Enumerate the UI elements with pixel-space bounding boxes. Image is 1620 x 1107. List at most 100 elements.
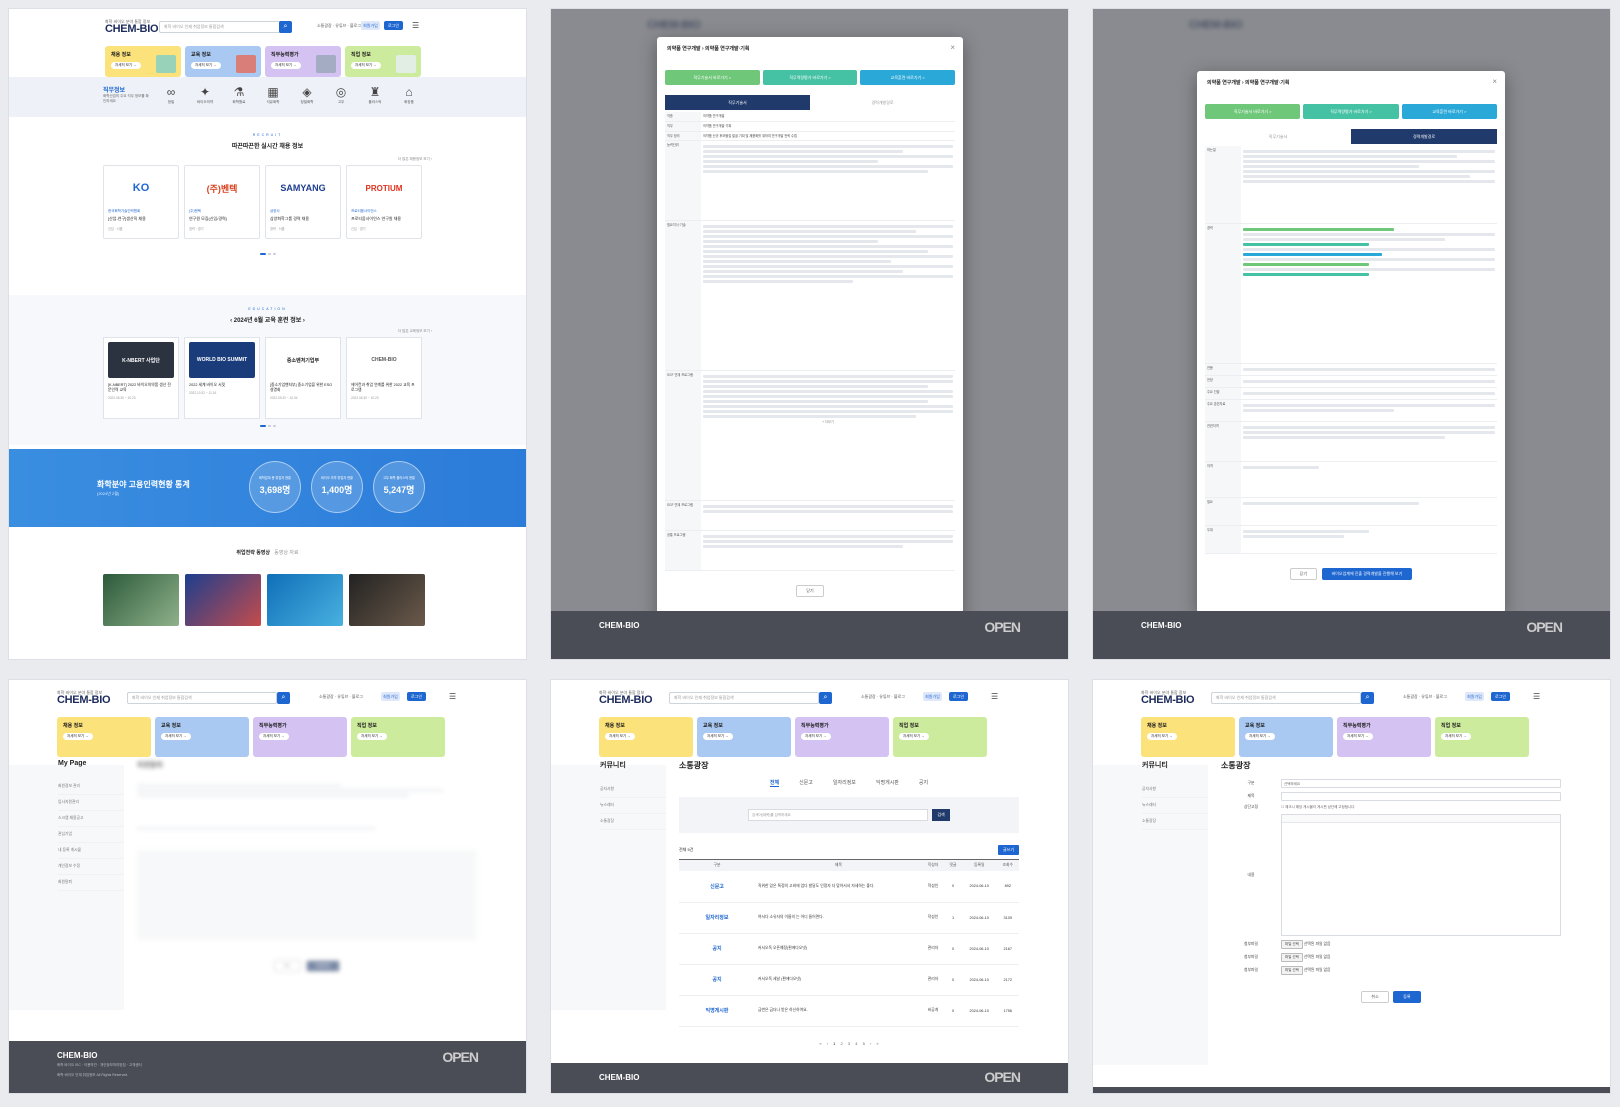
category-card-job[interactable]: 직업 정보 자세히 보기 →	[1435, 717, 1529, 757]
category-link[interactable]: 자세히 보기 →	[1441, 733, 1471, 740]
page-5[interactable]: 5	[863, 1041, 865, 1046]
category-card-assessment[interactable]: 직무능력평가 자세히 보기 →	[265, 46, 341, 77]
content-editor[interactable]	[1281, 814, 1561, 936]
category-link[interactable]: 자세히 보기 →	[191, 62, 221, 69]
sidebar-item[interactable]: 뉴스레터	[1142, 798, 1208, 814]
logo[interactable]: 화학·바이오 분야 통합 정보 CHEM-BIO	[599, 691, 653, 706]
subtab-description[interactable]: 직무기술서	[665, 95, 810, 110]
carousel-dots[interactable]	[259, 425, 276, 428]
page-4[interactable]: 4	[855, 1041, 857, 1046]
edu-card[interactable]: K-NBERT 사업단 [K-NBERT] 2022 바이오의약품 생산 전문인력…	[103, 337, 179, 419]
recruit-card[interactable]: SAMYANG 삼양사 삼양화학그룹 경력 채용 경력 · 서울	[265, 165, 341, 239]
sidebar-item[interactable]: 소통광장	[600, 814, 666, 830]
header-links[interactable]: 소통광장 · 유튜브 · 블로그	[317, 23, 361, 29]
edu-card[interactable]: CHEM-BIO 에어컨과 취업 연계를 위한 2022 교육 프로그램 2022.…	[346, 337, 422, 419]
search-icon[interactable]: ⌕	[819, 692, 832, 704]
search-icon[interactable]: ⌕	[1361, 692, 1374, 704]
category-card-education[interactable]: 교육 정보 자세히 보기 →	[697, 717, 791, 757]
category-card-recruit[interactable]: 채용 정보 자세히 보기 →	[599, 717, 693, 757]
sidebar-item[interactable]: 회원정보 관리	[58, 779, 124, 795]
category-card-education[interactable]: 교육 정보 자세히 보기 →	[185, 46, 261, 77]
logo[interactable]: 화학·바이오 분야 통합 정보 CHEM-BIO	[57, 691, 111, 706]
category-link[interactable]: 자세히 보기 →	[161, 733, 191, 740]
logo[interactable]: 화학·바이오 분야 통합 정보 CHEM-BIO	[105, 20, 159, 35]
hamburger-icon[interactable]: ☰	[991, 693, 998, 701]
tab-jobs[interactable]: 일자리정보	[833, 779, 856, 787]
footer-links[interactable]: 화학 바이오 ISC · 이용약관 · 개인정보처리방침 · 고객센터	[57, 1063, 142, 1068]
tab-training[interactable]: 교육훈련 바로가기 >	[1401, 104, 1497, 119]
header-links[interactable]: 소통광장 · 유튜브 · 블로그	[319, 694, 363, 700]
category-link[interactable]: 자세히 보기 →	[1245, 733, 1275, 740]
login-button[interactable]: 로그인	[384, 21, 403, 30]
withdraw-button[interactable]: 회원탈퇴	[305, 960, 341, 972]
table-row[interactable]: 공지 커서오독 오픈예정(편에다오넷) 관리자 0 2024-06-10 2167	[679, 933, 1019, 965]
category-link[interactable]: 자세히 보기 →	[259, 733, 289, 740]
job-icon-item[interactable]: ▦ 석유화학	[261, 84, 285, 105]
category-card-education[interactable]: 교육 정보 자세히 보기 →	[1239, 717, 1333, 757]
video-thumbnail[interactable]	[103, 574, 179, 626]
category-card-job[interactable]: 직업 정보 자세히 보기 →	[893, 717, 987, 757]
row-title[interactable]: 커서오독 세날 (편에다오넷)	[755, 964, 922, 996]
table-row[interactable]: 공지 커서오독 세날 (편에다오넷) 관리자 0 2024-06-10 2172	[679, 964, 1019, 996]
page-last[interactable]: »	[876, 1041, 878, 1046]
sidebar-item[interactable]: 소통광장	[1142, 814, 1208, 830]
job-icon-item[interactable]: ✦ 바이오의약	[193, 84, 217, 105]
video-thumbnail[interactable]	[349, 574, 425, 626]
login-button[interactable]: 로그인	[407, 692, 426, 701]
tab-training[interactable]: 교육훈련 바로가기 >	[860, 70, 956, 85]
sidebar-item[interactable]: 공지사항	[1142, 782, 1208, 798]
category-card-recruit[interactable]: 채용 정보 자세히 보기 →	[57, 717, 151, 757]
login-button[interactable]: 로그인	[1491, 692, 1510, 701]
recruit-card[interactable]: PROTIUM 프로티움사이언스 프로티움사이언스 연구원 채용 신입 · 경기	[346, 165, 422, 239]
category-link[interactable]: 자세히 보기 →	[703, 733, 733, 740]
sidebar-item[interactable]: 개인정보 수정	[58, 859, 124, 875]
editor-toolbar[interactable]	[1282, 815, 1560, 823]
sidebar-item[interactable]: 공지사항	[600, 782, 666, 798]
category-link[interactable]: 자세히 보기 →	[111, 62, 141, 69]
category-card-job[interactable]: 직업 정보 자세히 보기 →	[351, 717, 445, 757]
category-card-recruit[interactable]: 채용 정보 자세히 보기 →	[1141, 717, 1235, 757]
category-link[interactable]: 자세히 보기 →	[63, 733, 93, 740]
category-link[interactable]: 자세히 보기 →	[271, 62, 301, 69]
sidebar-item[interactable]: 뉴스레터	[600, 798, 666, 814]
sidebar-item[interactable]: 입사지원관리	[58, 795, 124, 811]
edu-card[interactable]: 중소벤처기업부 [중소기업벤처부] 중소기업을 위한 ESG 설명회 2022.09…	[265, 337, 341, 419]
header-links[interactable]: 소통광장 · 유튜브 · 블로그	[1403, 694, 1447, 700]
login-button[interactable]: 로그인	[949, 692, 968, 701]
edu-more-link[interactable]: 더 많은 교육정보 보기 ›	[398, 329, 432, 334]
search-input[interactable]: 화학 바이오 인재 취업정보 통합검색	[669, 692, 819, 704]
category-card-assessment[interactable]: 직무능력평가 자세히 보기 →	[795, 717, 889, 757]
search-input[interactable]: 화학 바이오 인재 취업정보 통합검색	[1211, 692, 1361, 704]
tab-videos[interactable]: 취업전략 동영상	[236, 550, 270, 556]
search-icon[interactable]: ⌕	[279, 21, 292, 33]
title-input[interactable]	[1281, 792, 1561, 801]
join-button[interactable]: 회원가입	[381, 692, 400, 701]
job-icon-item[interactable]: ⚗ 화학원료	[227, 84, 251, 105]
tab-anonymous[interactable]: 익명게시판	[876, 779, 899, 787]
page-next[interactable]: ›	[870, 1041, 871, 1046]
category-link[interactable]: 자세히 보기 →	[801, 733, 831, 740]
category-link[interactable]: 자세히 보기 →	[1147, 733, 1177, 740]
row-title[interactable]: 여서다 소유자의 이름의 는 어디 들어면다.	[755, 902, 922, 934]
subtab-description[interactable]: 직무기술서	[1205, 129, 1351, 144]
table-row[interactable]: 일자리정보 여서다 소유자의 이름의 는 어디 들어면다. 작성인 1 2024-06-…	[679, 902, 1019, 934]
category-card-recruit[interactable]: 채용 정보 자세히 보기 →	[105, 46, 181, 77]
job-icon-item[interactable]: ⌂ 화장품	[397, 84, 421, 105]
tab-job-description[interactable]: 직무기술서 바로가기 >	[1205, 104, 1301, 119]
file-button[interactable]: 파일 선택	[1281, 953, 1303, 962]
search-input[interactable]: 화학 바이오 인재 취업정보 통합검색	[159, 21, 291, 33]
category-link[interactable]: 자세히 보기 →	[357, 733, 387, 740]
job-icon-item[interactable]: ◈ 정밀화학	[295, 84, 319, 105]
category-link[interactable]: 자세히 보기 →	[1343, 733, 1373, 740]
pin-checkbox[interactable]: ☐ 체크시 해당 게시물이 게시판 상단에 고정됩니다.	[1281, 805, 1355, 810]
row-title[interactable]: 커서오독 오픈예정(편에다오넷)	[755, 933, 922, 965]
category-card-assessment[interactable]: 직무능력평가 자세히 보기 →	[1337, 717, 1431, 757]
recruit-more-link[interactable]: 더 많은 채용정보 보기 ›	[398, 157, 432, 162]
sidebar-item[interactable]: 내 등록 게시물	[58, 843, 124, 859]
job-icon-item[interactable]: ∞ 정밀	[159, 84, 183, 105]
close-button[interactable]: 닫기	[796, 585, 824, 598]
subtab-career-path[interactable]: 경력개발경로	[810, 95, 955, 110]
video-thumbnail[interactable]	[185, 574, 261, 626]
board-search-input[interactable]: 검색어(제목)를 입력하세요	[748, 809, 928, 821]
file-button[interactable]: 파일 선택	[1281, 940, 1303, 949]
